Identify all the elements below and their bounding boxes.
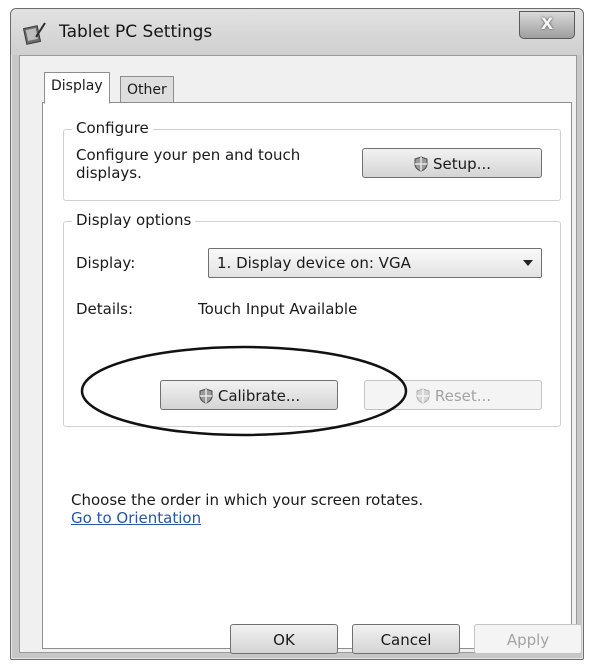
close-button[interactable]: X: [519, 11, 575, 39]
tablet-pc-settings-window: Tablet PC Settings X Display Other Confi…: [10, 8, 584, 660]
uac-shield-icon: [416, 388, 430, 404]
reset-button-label: Reset...: [434, 387, 492, 405]
configure-group-label: Configure: [72, 119, 153, 137]
close-icon: X: [540, 14, 554, 33]
tab-other-label: Other: [127, 82, 167, 98]
tab-other[interactable]: Other: [120, 76, 174, 103]
cancel-button-label: Cancel: [380, 631, 432, 649]
chevron-down-icon: [523, 260, 533, 266]
display-options-group: Display options Display: 1. Display devi…: [63, 211, 561, 427]
display-select[interactable]: 1. Display device on: VGA: [208, 248, 542, 278]
go-to-orientation-link[interactable]: Go to Orientation: [71, 509, 201, 527]
display-tab-panel: Configure Configure your pen and touch d…: [42, 102, 572, 649]
display-select-value: 1. Display device on: VGA: [217, 254, 411, 272]
dialog-client-area: Display Other Configure Configure your p…: [19, 55, 582, 654]
tablet-pen-icon: [23, 22, 46, 45]
tab-display-label: Display: [51, 78, 103, 94]
window-title: Tablet PC Settings: [59, 22, 213, 42]
title-bar[interactable]: Tablet PC Settings X: [11, 9, 583, 55]
orientation-description: Choose the order in which your screen ro…: [71, 491, 424, 509]
ok-button-label: OK: [273, 631, 295, 649]
details-label: Details:: [76, 300, 134, 318]
cancel-button[interactable]: Cancel: [352, 624, 460, 654]
configure-description: Configure your pen and touch displays.: [76, 146, 301, 182]
reset-button[interactable]: Reset...: [364, 380, 542, 410]
ok-button[interactable]: OK: [230, 624, 338, 654]
uac-shield-icon: [199, 388, 213, 404]
calibrate-button[interactable]: Calibrate...: [160, 380, 338, 410]
apply-button-label: Apply: [506, 631, 550, 649]
configure-group: Configure Configure your pen and touch d…: [63, 119, 561, 201]
setup-button-label: Setup...: [433, 155, 491, 173]
uac-shield-icon: [414, 156, 428, 172]
setup-button[interactable]: Setup...: [362, 148, 542, 178]
calibrate-button-label: Calibrate...: [217, 387, 301, 405]
details-value: Touch Input Available: [198, 300, 358, 318]
tab-display[interactable]: Display: [44, 72, 110, 104]
display-label: Display:: [76, 254, 136, 272]
apply-button[interactable]: Apply: [474, 624, 582, 654]
display-options-group-label: Display options: [72, 211, 196, 229]
